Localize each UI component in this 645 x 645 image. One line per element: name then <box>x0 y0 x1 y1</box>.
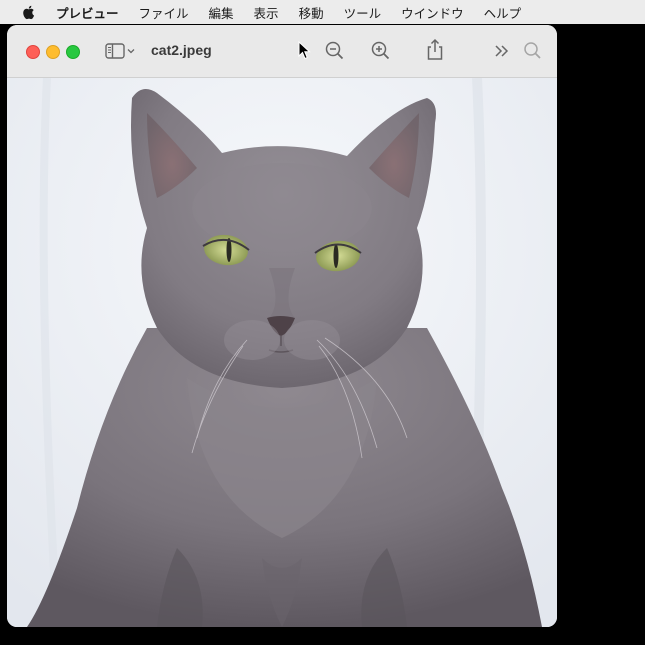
minimize-button[interactable] <box>46 45 60 59</box>
apple-logo-icon[interactable] <box>20 3 38 21</box>
menu-tools[interactable]: ツール <box>344 3 382 22</box>
share-icon <box>427 38 443 60</box>
menu-go[interactable]: 移動 <box>299 3 324 22</box>
zoom-out-icon <box>325 41 344 60</box>
zoom-in-icon <box>371 41 390 60</box>
menu-view[interactable]: 表示 <box>254 3 279 22</box>
preview-window: cat2.jpeg <box>7 25 557 627</box>
mouse-cursor-icon <box>298 41 311 60</box>
maximize-button[interactable] <box>66 45 80 59</box>
zoom-out-button[interactable] <box>323 39 347 63</box>
search-button[interactable] <box>521 39 545 63</box>
menu-edit[interactable]: 編集 <box>209 3 234 22</box>
menu-window[interactable]: ウインドウ <box>401 3 464 22</box>
menu-file[interactable]: ファイル <box>139 3 189 22</box>
close-button[interactable] <box>26 45 40 59</box>
share-button[interactable] <box>423 37 447 63</box>
zoom-in-button[interactable] <box>369 39 393 63</box>
sidebar-icon <box>105 43 135 59</box>
sidebar-toggle-button[interactable] <box>104 40 140 62</box>
image-view[interactable] <box>7 78 557 627</box>
search-icon <box>524 42 541 59</box>
chevron-double-right-icon <box>495 45 509 57</box>
more-tools-button[interactable] <box>491 40 513 62</box>
menu-app-name[interactable]: プレビュー <box>56 3 119 22</box>
menu-bar: プレビュー ファイル 編集 表示 移動 ツール ウインドウ ヘルプ <box>0 0 645 24</box>
cat-photo <box>7 78 557 627</box>
title-bar[interactable]: cat2.jpeg <box>7 25 557 78</box>
document-title: cat2.jpeg <box>151 42 212 58</box>
menu-help[interactable]: ヘルプ <box>484 3 522 22</box>
